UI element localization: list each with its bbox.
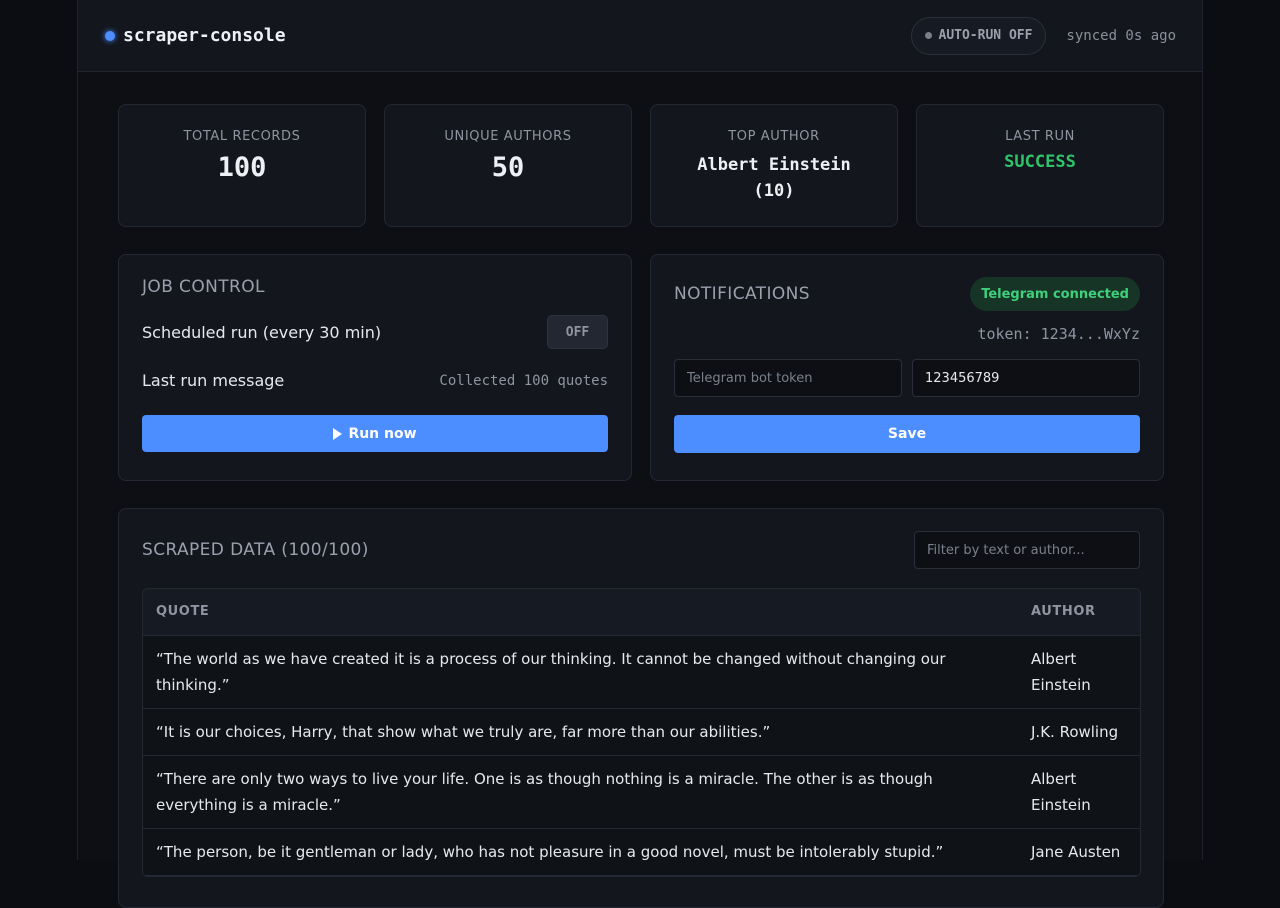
scraped-data-panel: SCRAPED DATA (100/100) Filter by text or… (118, 508, 1164, 908)
status-dot-icon (105, 30, 115, 41)
quote-cell: “The person, be it gentleman or lady, wh… (143, 828, 1018, 876)
status-badge: Telegram connected (970, 277, 1140, 311)
app-window: scraper-console AUTO-RUN OFF synced 0s a… (77, 0, 1203, 908)
stat-value: 100 (217, 152, 267, 183)
job-control-panel: JOB CONTROL Scheduled run (every 30 min)… (118, 254, 632, 481)
quote-cell: “There are only two ways to live your li… (143, 755, 1018, 829)
sync-status: synced 0s ago (1066, 27, 1176, 44)
telegram-inputs: Telegram bot token 123456789 (674, 359, 1140, 397)
scheduled-run-toggle[interactable]: OFF (547, 315, 608, 349)
top-author-name: Albert Einstein (697, 155, 851, 175)
stat-unique-authors: UNIQUE AUTHORS 50 (384, 104, 632, 227)
stats-row: TOTAL RECORDS 100 UNIQUE AUTHORS 50 TOP … (118, 104, 1164, 227)
play-icon (333, 427, 343, 440)
scraped-data-header: SCRAPED DATA (100/100) Filter by text or… (142, 531, 1140, 569)
top-author-count: (10) (753, 181, 795, 201)
stat-value: SUCCESS (1004, 152, 1076, 172)
auto-run-label: AUTO-RUN OFF (938, 28, 1033, 43)
table-row: “It is our choices, Harry, that show wha… (143, 708, 1140, 756)
last-run-message-row: Last run message Collected 100 quotes (142, 371, 608, 390)
author-cell: Albert Einstein (1018, 635, 1140, 709)
table-header-row: QUOTE AUTHOR (143, 589, 1140, 636)
panel-title: SCRAPED DATA (100/100) (142, 540, 369, 560)
bot-token-input[interactable]: Telegram bot token (674, 359, 902, 397)
table-row: “The world as we have created it is a pr… (143, 635, 1140, 709)
notifications-header: NOTIFICATIONS Telegram connected (674, 277, 1140, 311)
quote-cell: “The world as we have created it is a pr… (143, 635, 1018, 709)
stat-label: LAST RUN (1005, 129, 1075, 144)
table-row: “The person, be it gentleman or lady, wh… (143, 828, 1140, 876)
stat-value: Albert Einstein (10) (651, 152, 897, 204)
stat-top-author: TOP AUTHOR Albert Einstein (10) (650, 104, 898, 227)
scheduled-run-label: Scheduled run (every 30 min) (142, 322, 382, 342)
stat-total-records: TOTAL RECORDS 100 (118, 104, 366, 227)
token-display: token: 1234...WxYz (674, 325, 1140, 343)
author-cell: Albert Einstein (1018, 755, 1140, 829)
stat-last-run: LAST RUN SUCCESS (916, 104, 1164, 227)
run-now-label: Run now (348, 425, 417, 442)
run-now-button[interactable]: Run now (142, 415, 608, 452)
brand: scraper-console (105, 25, 286, 46)
stat-value: 50 (491, 152, 525, 183)
notifications-panel: NOTIFICATIONS Telegram connected token: … (650, 254, 1164, 481)
stat-label: TOP AUTHOR (728, 129, 820, 144)
dot-icon (924, 32, 932, 39)
stat-label: TOTAL RECORDS (183, 129, 301, 144)
quote-cell: “It is our choices, Harry, that show wha… (143, 708, 1018, 756)
last-run-message-label: Last run message (142, 371, 285, 390)
panel-title: NOTIFICATIONS (674, 284, 810, 304)
save-button[interactable]: Save (674, 415, 1140, 453)
table-row: “There are only two ways to live your li… (143, 755, 1140, 829)
column-header-quote[interactable]: QUOTE (143, 589, 1018, 636)
author-cell: J.K. Rowling (1018, 708, 1140, 756)
last-run-message-value: Collected 100 quotes (439, 372, 608, 389)
chat-id-input[interactable]: 123456789 (912, 359, 1140, 397)
app-title: scraper-console (123, 25, 286, 46)
scheduled-run-row: Scheduled run (every 30 min) OFF (142, 315, 608, 349)
panel-title: JOB CONTROL (142, 277, 265, 297)
top-bar: scraper-console AUTO-RUN OFF synced 0s a… (78, 0, 1202, 72)
stat-label: UNIQUE AUTHORS (444, 129, 572, 144)
column-header-author[interactable]: AUTHOR (1018, 589, 1140, 636)
token-display-text: token: 1234...WxYz (977, 325, 1140, 343)
data-table: QUOTE AUTHOR “The world as we have creat… (142, 588, 1141, 877)
author-cell: Jane Austen (1018, 828, 1140, 876)
filter-input[interactable]: Filter by text or author... (914, 531, 1140, 569)
auto-run-toggle[interactable]: AUTO-RUN OFF (910, 16, 1047, 55)
